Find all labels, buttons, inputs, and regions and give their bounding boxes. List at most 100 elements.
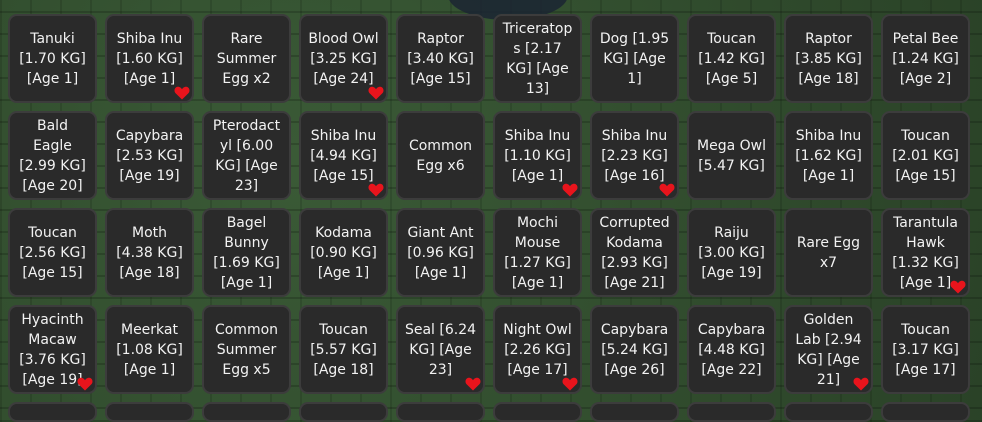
inventory-slot[interactable]: Pterodact yl [6.00 KG] [Age 23]	[202, 111, 291, 200]
heart-icon	[562, 183, 578, 197]
item-label: Toucan [2.56 KG] [Age 15]	[19, 224, 86, 281]
inventory-slot[interactable]: Shiba Inu [1.62 KG] [Age 1]	[784, 111, 873, 200]
inventory-slot[interactable]: Shiba Inu [2.23 KG] [Age 16]	[590, 111, 679, 200]
inventory-slot[interactable]: Capybara [2.53 KG] [Age 19]	[105, 111, 194, 200]
item-label: Toucan [2.01 KG] [Age 15]	[892, 127, 959, 184]
item-label: Rare Egg x7	[796, 234, 861, 271]
inventory-slot[interactable]: Toucan [2.01 KG] [Age 15]	[881, 111, 970, 200]
inventory-slot[interactable]: Petal Bee [1.24 KG] [Age 2]	[881, 14, 970, 103]
inventory-slot[interactable]: Bald Eagle [2.99 KG] [Age 20]	[8, 111, 97, 200]
heart-icon	[368, 183, 384, 197]
inventory-slot-partial[interactable]	[784, 402, 873, 422]
inventory-slot[interactable]: Corrupted Kodama [2.93 KG] [Age 21]	[590, 208, 679, 297]
inventory-slot-partial[interactable]	[299, 402, 388, 422]
item-label: Bald Eagle [2.99 KG] [Age 20]	[19, 117, 86, 194]
inventory-slot[interactable]: Raptor [3.40 KG] [Age 15]	[396, 14, 485, 103]
heart-icon	[368, 86, 384, 100]
inventory-slot-partial[interactable]	[396, 402, 485, 422]
inventory-slot[interactable]: Toucan [2.56 KG] [Age 15]	[8, 208, 97, 297]
item-label: Corrupted Kodama [2.93 KG] [Age 21]	[599, 214, 670, 291]
item-label: Giant Ant [0.96 KG] [Age 1]	[407, 224, 474, 281]
item-label: Golden Lab [2.94 KG] [Age 21]	[795, 311, 862, 388]
item-label: Raptor [3.85 KG] [Age 18]	[795, 30, 862, 87]
item-label: Blood Owl [3.25 KG] [Age 24]	[308, 30, 379, 87]
inventory-slot[interactable]: Night Owl [2.26 KG] [Age 17]	[493, 305, 582, 394]
item-label: Capybara [4.48 KG] [Age 22]	[697, 321, 766, 378]
inventory-slot-partial[interactable]	[687, 402, 776, 422]
inventory-slot[interactable]: Golden Lab [2.94 KG] [Age 21]	[784, 305, 873, 394]
item-label: Seal [6.24 KG] [Age 23]	[404, 321, 477, 378]
item-label: Shiba Inu [1.10 KG] [Age 1]	[504, 127, 571, 184]
inventory-slot[interactable]: Raiju [3.00 KG] [Age 19]	[687, 208, 776, 297]
inventory-slot[interactable]: Common Summer Egg x5	[202, 305, 291, 394]
heart-icon	[950, 280, 966, 294]
inventory-slot[interactable]: Mochi Mouse [1.27 KG] [Age 1]	[493, 208, 582, 297]
inventory-slot[interactable]: Dog [1.95 KG] [Age 1]	[590, 14, 679, 103]
inventory-slot[interactable]: Blood Owl [3.25 KG] [Age 24]	[299, 14, 388, 103]
inventory-slot[interactable]: Tarantula Hawk [1.32 KG] [Age 1]	[881, 208, 970, 297]
heart-icon	[659, 183, 675, 197]
inventory-slot[interactable]: Rare Summer Egg x2	[202, 14, 291, 103]
heart-icon	[853, 377, 869, 391]
item-label: Meerkat [1.08 KG] [Age 1]	[116, 321, 183, 378]
inventory-slot[interactable]: Toucan [5.57 KG] [Age 18]	[299, 305, 388, 394]
inventory-slot-partial[interactable]	[493, 402, 582, 422]
item-label: Shiba Inu [1.62 KG] [Age 1]	[795, 127, 862, 184]
item-label: Capybara [2.53 KG] [Age 19]	[115, 127, 184, 184]
item-label: Toucan [1.42 KG] [Age 5]	[698, 30, 765, 87]
inventory-slot[interactable]: Toucan [3.17 KG] [Age 17]	[881, 305, 970, 394]
inventory-slot-partial[interactable]	[105, 402, 194, 422]
item-label: Rare Summer Egg x2	[216, 30, 277, 87]
inventory-slot[interactable]: Shiba Inu [1.60 KG] [Age 1]	[105, 14, 194, 103]
inventory-slot[interactable]: Raptor [3.85 KG] [Age 18]	[784, 14, 873, 103]
inventory-slot[interactable]: Rare Egg x7	[784, 208, 873, 297]
item-label: Common Egg x6	[408, 137, 473, 174]
item-label: Night Owl [2.26 KG] [Age 17]	[503, 321, 572, 378]
inventory-slot[interactable]: Moth [4.38 KG] [Age 18]	[105, 208, 194, 297]
heart-icon	[465, 377, 481, 391]
item-label: Pterodact yl [6.00 KG] [Age 23]	[212, 117, 281, 194]
inventory-slot[interactable]: Toucan [1.42 KG] [Age 5]	[687, 14, 776, 103]
inventory-slot[interactable]: Meerkat [1.08 KG] [Age 1]	[105, 305, 194, 394]
inventory-slot[interactable]: Shiba Inu [1.10 KG] [Age 1]	[493, 111, 582, 200]
item-label: Petal Bee [1.24 KG] [Age 2]	[892, 30, 959, 87]
item-label: Raptor [3.40 KG] [Age 15]	[407, 30, 474, 87]
inventory-slot[interactable]: Tanuki [1.70 KG] [Age 1]	[8, 14, 97, 103]
item-label: Toucan [3.17 KG] [Age 17]	[892, 321, 959, 378]
item-label: Capybara [5.24 KG] [Age 26]	[600, 321, 669, 378]
inventory-slot[interactable]: Giant Ant [0.96 KG] [Age 1]	[396, 208, 485, 297]
item-label: Moth [4.38 KG] [Age 18]	[116, 224, 183, 281]
inventory-slot[interactable]: Kodama [0.90 KG] [Age 1]	[299, 208, 388, 297]
item-label: Mega Owl [5.47 KG]	[697, 137, 766, 174]
inventory-slot[interactable]: Bagel Bunny [1.69 KG] [Age 1]	[202, 208, 291, 297]
item-label: Kodama [0.90 KG] [Age 1]	[310, 224, 377, 281]
heart-icon	[174, 86, 190, 100]
item-label: Shiba Inu [2.23 KG] [Age 16]	[601, 127, 668, 184]
item-label: Triceratop s [2.17 KG] [Age 13]	[502, 20, 573, 97]
inventory-slot[interactable]: Common Egg x6	[396, 111, 485, 200]
heart-icon	[562, 377, 578, 391]
heart-icon	[77, 377, 93, 391]
item-label: Raiju [3.00 KG] [Age 19]	[698, 224, 765, 281]
item-label: Shiba Inu [1.60 KG] [Age 1]	[116, 30, 183, 87]
item-label: Dog [1.95 KG] [Age 1]	[599, 30, 670, 87]
inventory-slot-partial[interactable]	[881, 402, 970, 422]
inventory-slot[interactable]: Mega Owl [5.47 KG]	[687, 111, 776, 200]
item-label: Bagel Bunny [1.69 KG] [Age 1]	[213, 214, 280, 291]
item-label: Toucan [5.57 KG] [Age 18]	[310, 321, 377, 378]
inventory-slot-partial[interactable]	[590, 402, 679, 422]
inventory-grid: Tanuki [1.70 KG] [Age 1] Shiba Inu [1.60 …	[8, 14, 970, 394]
inventory-slot[interactable]: Seal [6.24 KG] [Age 23]	[396, 305, 485, 394]
inventory-slot[interactable]: Hyacinth Macaw [3.76 KG] [Age 19]	[8, 305, 97, 394]
inventory-slot[interactable]: Capybara [5.24 KG] [Age 26]	[590, 305, 679, 394]
item-label: Tanuki [1.70 KG] [Age 1]	[19, 30, 86, 87]
item-label: Hyacinth Macaw [3.76 KG] [Age 19]	[19, 311, 86, 388]
inventory-slot-partial[interactable]	[202, 402, 291, 422]
inventory-slot[interactable]: Capybara [4.48 KG] [Age 22]	[687, 305, 776, 394]
next-row-partial	[8, 402, 970, 422]
inventory-slot[interactable]: Triceratop s [2.17 KG] [Age 13]	[493, 14, 582, 103]
inventory-slot[interactable]: Shiba Inu [4.94 KG] [Age 15]	[299, 111, 388, 200]
inventory-slot-partial[interactable]	[8, 402, 97, 422]
item-label: Common Summer Egg x5	[214, 321, 279, 378]
item-label: Tarantula Hawk [1.32 KG] [Age 1]	[892, 214, 959, 291]
